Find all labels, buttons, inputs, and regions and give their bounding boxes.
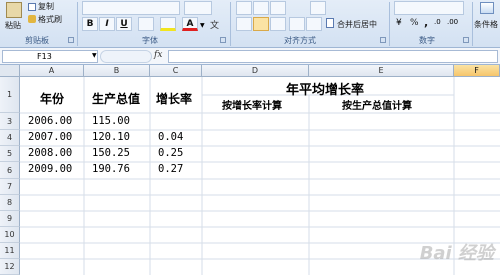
- divider: [389, 2, 390, 46]
- bold-button[interactable]: B: [82, 17, 98, 31]
- watermark: Bai 经验: [419, 243, 494, 264]
- number-format-dropdown[interactable]: [394, 1, 464, 15]
- align-right-icon[interactable]: [270, 17, 286, 31]
- format-painter-button[interactable]: 格式刷: [38, 14, 62, 25]
- cell-c1-growth-header[interactable]: 增长率: [156, 90, 192, 107]
- cell-year[interactable]: 2007.00: [28, 131, 72, 143]
- function-icon[interactable]: fx: [154, 50, 162, 60]
- row-header-6[interactable]: 6: [0, 162, 20, 179]
- copy-icon[interactable]: [28, 3, 36, 11]
- formula-bar-handle[interactable]: [100, 50, 152, 63]
- chevron-down-icon[interactable]: ▼: [200, 22, 205, 29]
- cell-a1-year-header[interactable]: 年份: [40, 90, 64, 107]
- cell-year[interactable]: 2006.00: [28, 115, 72, 127]
- name-box[interactable]: F13: [2, 50, 98, 63]
- copy-button[interactable]: 复制: [38, 1, 54, 12]
- font-name-dropdown[interactable]: [82, 1, 180, 15]
- fill-color-icon[interactable]: [160, 17, 176, 31]
- cell-d1-average-growth-title[interactable]: 年平均增长率: [286, 79, 364, 98]
- row-header-3[interactable]: 3: [0, 113, 20, 130]
- font-launcher-icon[interactable]: [220, 37, 226, 43]
- percent-button[interactable]: %: [410, 18, 419, 28]
- row-header-10[interactable]: 10: [0, 227, 20, 243]
- paste-button[interactable]: 粘贴: [5, 20, 21, 31]
- row-header-7[interactable]: 7: [0, 179, 20, 195]
- chevron-down-icon[interactable]: ▼: [92, 52, 97, 59]
- divider: [230, 2, 231, 46]
- column-header-c[interactable]: C: [150, 65, 202, 77]
- row-header-9[interactable]: 9: [0, 211, 20, 227]
- column-header-b[interactable]: B: [84, 65, 150, 77]
- group-font: 字体: [142, 36, 158, 45]
- divider: [472, 2, 473, 46]
- cell-gdp[interactable]: 120.10: [92, 131, 130, 143]
- format-painter-icon[interactable]: [28, 15, 36, 23]
- group-clipboard: 剪贴板: [25, 36, 49, 45]
- conditional-format-icon[interactable]: [480, 2, 494, 14]
- row-header-5[interactable]: 5: [0, 146, 20, 162]
- formula-input[interactable]: [168, 50, 498, 63]
- align-bottom-icon[interactable]: [270, 1, 286, 15]
- cell-growth-rate[interactable]: 0.27: [158, 163, 183, 175]
- merge-center-button[interactable]: 合并后居中: [337, 19, 377, 30]
- font-size-dropdown[interactable]: [184, 1, 212, 15]
- ribbon: 粘贴 复制 格式刷 剪贴板 B I U A ▼ 文 字体 合并后居中 对齐方式 …: [0, 0, 500, 48]
- decrease-indent-icon[interactable]: [289, 17, 305, 31]
- cell-growth-rate[interactable]: 0.04: [158, 131, 183, 143]
- wrap-text-icon[interactable]: [310, 1, 326, 15]
- clipboard-launcher-icon[interactable]: [68, 37, 74, 43]
- cell-gdp[interactable]: 115.00: [92, 115, 130, 127]
- row-header-1[interactable]: 1: [0, 77, 20, 113]
- borders-icon[interactable]: [138, 17, 154, 31]
- cell-gdp[interactable]: 150.25: [92, 147, 130, 159]
- group-alignment: 对齐方式: [284, 36, 316, 45]
- merge-center-icon[interactable]: [326, 18, 334, 28]
- align-middle-icon[interactable]: [253, 1, 269, 15]
- cell-year[interactable]: 2009.00: [28, 163, 72, 175]
- group-number: 数字: [419, 36, 435, 45]
- align-top-icon[interactable]: [236, 1, 252, 15]
- align-center-icon[interactable]: [253, 17, 269, 31]
- divider: [77, 2, 78, 46]
- conditional-format-button[interactable]: 条件格: [474, 19, 498, 30]
- cell-b1-gdp-header[interactable]: 生产总值: [92, 90, 140, 107]
- row-header-11[interactable]: 11: [0, 243, 20, 259]
- column-header-e[interactable]: E: [309, 65, 454, 77]
- column-header-a[interactable]: A: [20, 65, 84, 77]
- cell-e2-by-gdp[interactable]: 按生产总值计算: [342, 97, 412, 112]
- formula-bar: F13 ▼ fx: [0, 48, 500, 65]
- align-left-icon[interactable]: [236, 17, 252, 31]
- comma-button[interactable]: ,: [424, 16, 428, 29]
- select-all-corner[interactable]: [0, 65, 20, 77]
- decrease-decimal-icon[interactable]: .00: [447, 18, 458, 26]
- row-header-4[interactable]: 4: [0, 130, 20, 146]
- increase-indent-icon[interactable]: [306, 17, 322, 31]
- alignment-launcher-icon[interactable]: [380, 37, 386, 43]
- increase-decimal-icon[interactable]: .0: [434, 18, 441, 26]
- phonetic-icon[interactable]: 文: [210, 18, 219, 31]
- font-color-button[interactable]: A: [182, 17, 198, 31]
- underline-button[interactable]: U: [116, 17, 132, 31]
- number-launcher-icon[interactable]: [463, 37, 469, 43]
- column-header-f[interactable]: F: [454, 65, 500, 77]
- cell-growth-rate[interactable]: 0.25: [158, 147, 183, 159]
- cell-year[interactable]: 2008.00: [28, 147, 72, 159]
- row-header-8[interactable]: 8: [0, 195, 20, 211]
- column-header-d[interactable]: D: [202, 65, 309, 77]
- currency-icon[interactable]: ¥: [396, 18, 402, 28]
- paste-icon[interactable]: [6, 2, 22, 18]
- italic-button[interactable]: I: [99, 17, 115, 31]
- cell-d2-by-rate[interactable]: 按增长率计算: [222, 97, 282, 112]
- cell-gdp[interactable]: 190.76: [92, 163, 130, 175]
- row-header-12[interactable]: 12: [0, 259, 20, 275]
